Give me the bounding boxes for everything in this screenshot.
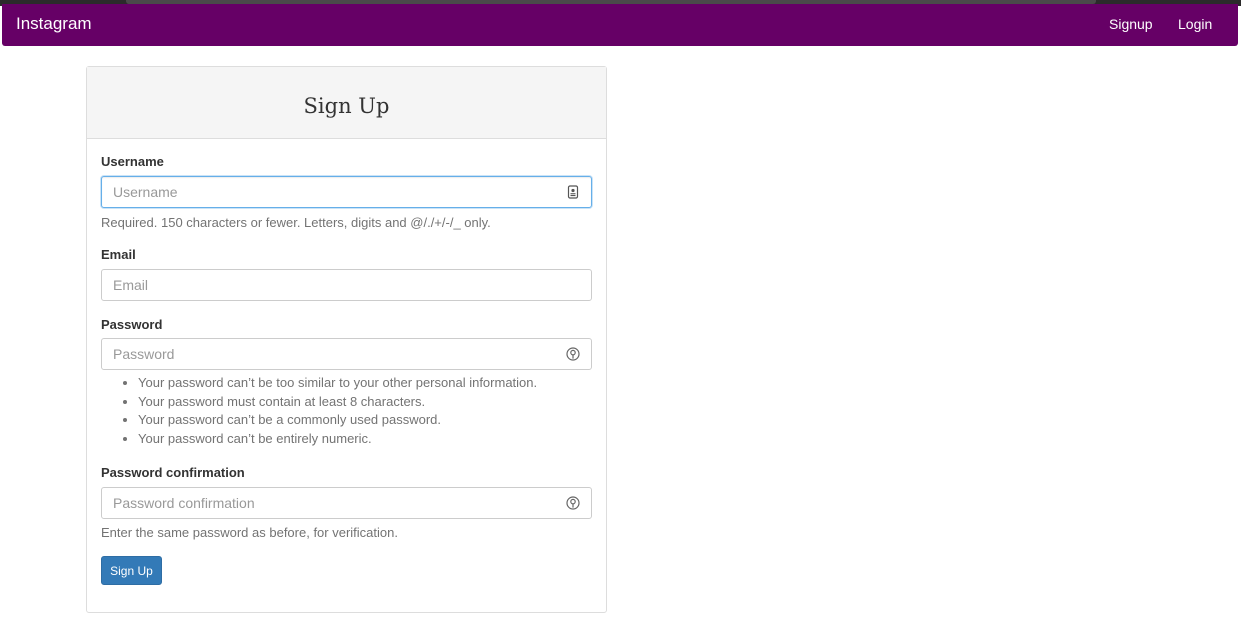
sign-up-button[interactable]: Sign Up — [101, 556, 162, 585]
password-confirmation-label: Password confirmation — [101, 465, 245, 480]
nav-login-link[interactable]: Login — [1178, 16, 1212, 32]
email-label: Email — [101, 247, 136, 262]
username-label: Username — [101, 154, 164, 169]
signup-panel: Sign Up Username Required. 150 character… — [86, 66, 607, 613]
contact-card-icon[interactable] — [566, 185, 580, 199]
password-rule: Your password can’t be a commonly used p… — [138, 411, 537, 430]
page-title: Sign Up — [303, 94, 390, 118]
password-key-icon[interactable] — [566, 347, 580, 361]
password-label: Password — [101, 317, 163, 332]
brand-link[interactable]: Instagram — [16, 14, 92, 34]
password-key-icon[interactable] — [566, 496, 580, 510]
password-input[interactable] — [101, 338, 592, 370]
password-rule: Your password can’t be too similar to yo… — [138, 374, 537, 393]
password-confirmation-help-text: Enter the same password as before, for v… — [101, 525, 398, 540]
password-rules-list: Your password can’t be too similar to yo… — [101, 374, 537, 448]
password-rule: Your password can’t be entirely numeric. — [138, 430, 537, 449]
username-help-text: Required. 150 characters or fewer. Lette… — [101, 215, 491, 230]
email-input[interactable] — [101, 269, 592, 301]
password-confirmation-input[interactable] — [101, 487, 592, 519]
navbar: Instagram Signup Login — [2, 4, 1238, 46]
username-input[interactable] — [101, 176, 592, 208]
panel-heading: Sign Up — [87, 67, 606, 139]
nav-signup-link[interactable]: Signup — [1109, 16, 1153, 32]
password-rule: Your password must contain at least 8 ch… — [138, 393, 537, 412]
